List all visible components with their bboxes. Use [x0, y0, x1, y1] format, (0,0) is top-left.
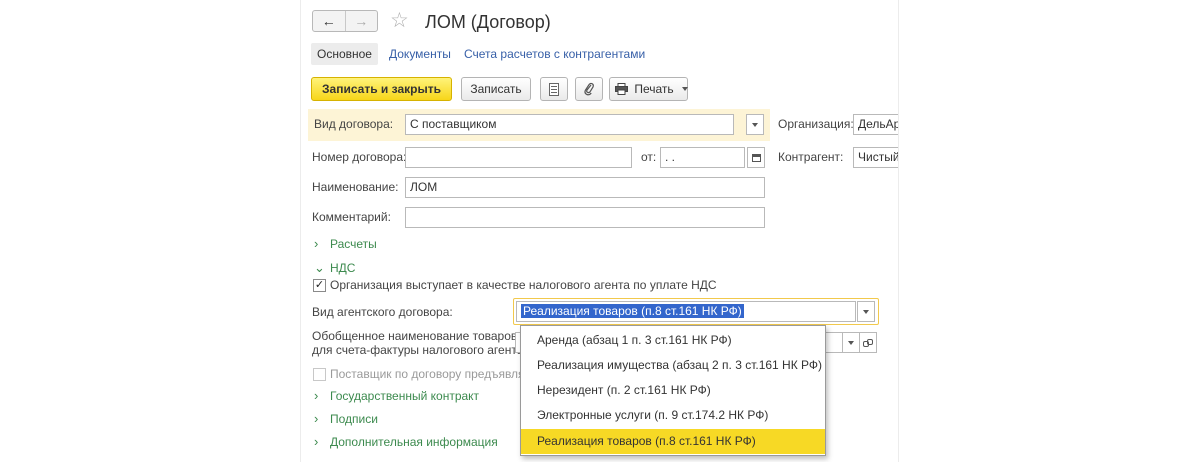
- name-field[interactable]: ЛОМ: [405, 177, 765, 198]
- back-button[interactable]: ←: [313, 11, 345, 31]
- section-gov-contract-label: Государственный контракт: [330, 389, 480, 403]
- goods-name-label-line1: Обобщенное наименование товаров: [312, 329, 518, 343]
- checkmark-icon: ✓: [314, 279, 325, 291]
- calendar-icon: [751, 153, 761, 162]
- document-icon: [549, 83, 559, 96]
- contract-type-dropdown-button[interactable]: [746, 114, 764, 135]
- arrow-left-icon: ←: [321, 13, 336, 29]
- date-label: от:: [641, 150, 657, 164]
- tax-agent-label: Организация выступает в качестве налогов…: [330, 278, 717, 292]
- contract-type-label: Вид договора:: [314, 117, 394, 131]
- dropdown-option-lease[interactable]: Аренда (абзац 1 п. 3 ст.161 НК РФ): [521, 328, 825, 353]
- date-field[interactable]: . .: [660, 147, 745, 168]
- goods-name-open-button[interactable]: [859, 332, 877, 353]
- attach-button[interactable]: [575, 77, 603, 101]
- arrow-right-icon: →: [354, 13, 369, 29]
- comment-label: Комментарий:: [312, 210, 391, 224]
- tab-main[interactable]: Основное: [311, 43, 378, 65]
- printer-icon: [615, 83, 628, 95]
- section-settlements[interactable]: › Расчеты: [314, 235, 377, 253]
- chevron-right-icon: ›: [314, 388, 319, 403]
- chevron-down-icon: ⌄: [314, 260, 325, 275]
- dropdown-option-nonresident[interactable]: Нерезидент (п. 2 ст.161 НК РФ): [521, 378, 825, 403]
- tab-documents[interactable]: Документы: [389, 43, 451, 65]
- section-extra-info-label: Дополнительная информация: [330, 435, 498, 449]
- agent-contract-type-label: Вид агентского договора:: [312, 305, 453, 319]
- section-signatures-label: Подписи: [330, 412, 378, 426]
- agent-contract-type-field[interactable]: Реализация товаров (п.8 ст.161 НК РФ): [516, 301, 856, 322]
- print-button[interactable]: Печать: [609, 77, 688, 101]
- contract-type-field[interactable]: С поставщиком: [405, 114, 734, 135]
- section-extra-info[interactable]: › Дополнительная информация: [314, 433, 498, 451]
- chevron-down-icon: [682, 87, 688, 91]
- comment-field[interactable]: [405, 207, 765, 228]
- save-and-close-button[interactable]: Записать и закрыть: [311, 77, 452, 101]
- counterparty-field[interactable]: Чистый: [853, 147, 898, 168]
- star-icon[interactable]: ☆: [390, 9, 409, 33]
- print-button-label: Печать: [634, 82, 674, 96]
- save-button[interactable]: Записать: [461, 77, 531, 101]
- contract-number-label: Номер договора:: [312, 150, 407, 164]
- chevron-down-icon: [848, 340, 854, 345]
- organization-label: Организация:: [778, 117, 854, 131]
- chevron-right-icon: ›: [314, 411, 319, 426]
- section-vat-label: НДС: [330, 261, 356, 275]
- dropdown-option-goods-sale[interactable]: Реализация товаров (п.8 ст.161 НК РФ): [521, 429, 825, 454]
- section-gov-contract[interactable]: › Государственный контракт: [314, 387, 479, 405]
- calendar-button[interactable]: [747, 147, 765, 168]
- chevron-down-icon: [863, 309, 869, 314]
- document-list-button[interactable]: [540, 77, 568, 101]
- agent-contract-type-dropdown: Аренда (абзац 1 п. 3 ст.161 НК РФ) Реали…: [520, 325, 826, 456]
- tab-settlement-accounts[interactable]: Счета расчетов с контрагентами: [464, 43, 645, 65]
- organization-field[interactable]: ДельАр: [853, 114, 898, 135]
- page-title: ЛОМ (Договор): [425, 12, 551, 32]
- goods-name-label-line2: для счета-фактуры налогового агента:: [312, 343, 527, 357]
- nav-button-group: ← →: [312, 10, 378, 32]
- supplier-presents-checkbox[interactable]: [313, 368, 326, 381]
- section-settlements-label: Расчеты: [330, 237, 377, 251]
- forward-button[interactable]: →: [344, 11, 378, 31]
- goods-name-dropdown-button[interactable]: [842, 332, 860, 353]
- dropdown-option-property-sale[interactable]: Реализация имущества (абзац 2 п. 3 ст.16…: [521, 353, 825, 378]
- counterparty-label: Контрагент:: [778, 150, 844, 164]
- agent-contract-type-dropdown-button[interactable]: [857, 301, 875, 322]
- paperclip-icon: [584, 82, 594, 96]
- chevron-right-icon: ›: [314, 434, 319, 449]
- chevron-down-icon: [752, 122, 758, 127]
- agent-contract-type-value: Реализация товаров (п.8 ст.161 НК РФ): [521, 304, 744, 318]
- window-right-border: [898, 0, 899, 462]
- tax-agent-checkbox[interactable]: ✓: [313, 279, 326, 292]
- chevron-right-icon: ›: [314, 236, 319, 251]
- supplier-presents-label: Поставщик по договору предъявляет: [330, 367, 537, 381]
- contract-number-field[interactable]: [405, 147, 632, 168]
- window-left-border: [300, 0, 301, 462]
- dropdown-option-electronic-services[interactable]: Электронные услуги (п. 9 ст.174.2 НК РФ): [521, 403, 825, 428]
- name-label: Наименование:: [312, 180, 399, 194]
- section-signatures[interactable]: › Подписи: [314, 410, 378, 428]
- link-icon: [863, 338, 873, 347]
